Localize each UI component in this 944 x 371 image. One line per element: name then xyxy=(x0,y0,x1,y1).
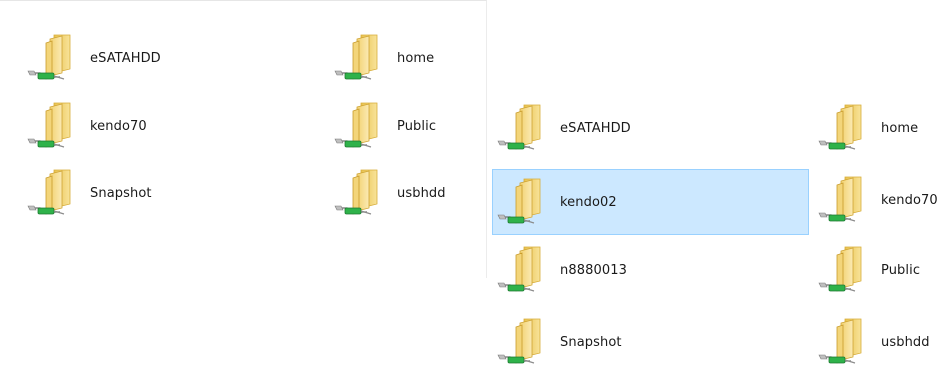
share-label: Snapshot xyxy=(560,334,622,350)
share-label: kendo02 xyxy=(560,194,617,210)
network-folder-icon xyxy=(496,317,554,367)
share-item-public[interactable]: Public xyxy=(817,246,920,294)
left-explorer-pane: eSATAHDD home kendo70 Public Snapshot us… xyxy=(0,0,487,278)
network-folder-icon xyxy=(817,175,875,225)
share-item-usbhdd[interactable]: usbhdd xyxy=(817,318,930,366)
network-folder-icon xyxy=(817,103,875,153)
share-item-snapshot[interactable]: Snapshot xyxy=(496,318,622,366)
share-label: home xyxy=(881,120,919,136)
share-item-snapshot[interactable]: Snapshot xyxy=(26,169,152,217)
network-folder-icon xyxy=(333,33,391,83)
screenshot-canvas: eSATAHDD home kendo70 Public Snapshot us… xyxy=(0,0,944,371)
share-label: n8880013 xyxy=(560,262,627,278)
share-item-kendo02-selected[interactable]: kendo02 xyxy=(492,169,809,235)
share-item-usbhdd[interactable]: usbhdd xyxy=(333,169,446,217)
network-folder-icon xyxy=(817,317,875,367)
network-folder-icon xyxy=(496,245,554,295)
share-label: eSATAHDD xyxy=(90,50,161,66)
network-folder-icon xyxy=(496,103,554,153)
network-folder-icon xyxy=(496,177,554,227)
share-item-esatahdd[interactable]: eSATAHDD xyxy=(26,34,161,82)
share-item-home[interactable]: home xyxy=(333,34,434,82)
share-item-home[interactable]: home xyxy=(817,104,918,152)
share-label: Public xyxy=(881,262,921,278)
share-item-esatahdd[interactable]: eSATAHDD xyxy=(496,104,631,152)
share-label: kendo70 xyxy=(90,118,147,134)
share-item-kendo70[interactable]: kendo70 xyxy=(26,102,147,150)
share-item-public[interactable]: Public xyxy=(333,102,436,150)
share-label: usbhdd xyxy=(881,334,930,350)
share-label: Public xyxy=(397,118,437,134)
network-folder-icon xyxy=(26,101,84,151)
share-label: kendo70 xyxy=(881,192,938,208)
share-item-kendo70[interactable]: kendo70 xyxy=(817,176,938,224)
network-folder-icon xyxy=(26,33,84,83)
share-label: home xyxy=(397,50,435,66)
share-item-n8880013[interactable]: n8880013 xyxy=(496,246,627,294)
share-label: usbhdd xyxy=(397,185,446,201)
network-folder-icon xyxy=(333,101,391,151)
share-label: Snapshot xyxy=(90,185,152,201)
network-folder-icon xyxy=(817,245,875,295)
share-label: eSATAHDD xyxy=(560,120,631,136)
network-folder-icon xyxy=(26,168,84,218)
network-folder-icon xyxy=(333,168,391,218)
